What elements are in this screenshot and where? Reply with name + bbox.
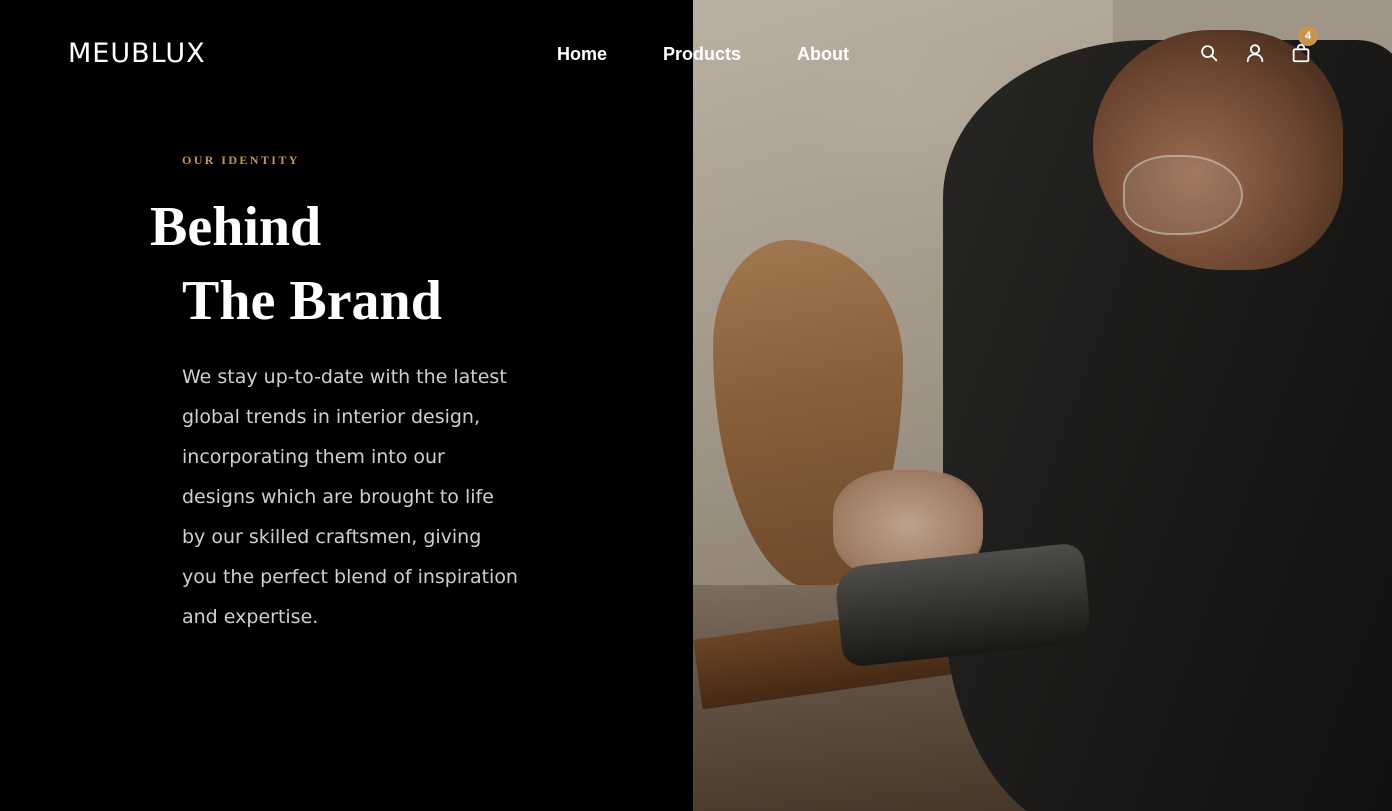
search-button[interactable] [1198, 42, 1220, 64]
hero-title: Behind The Brand [150, 190, 442, 338]
main-nav: Home Products About [557, 43, 849, 65]
user-icon [1246, 44, 1264, 63]
hero-title-line1: Behind [150, 196, 322, 258]
header-actions: 4 [1198, 26, 1318, 64]
hero-description-line: and expertise. [182, 606, 319, 628]
nav-products[interactable]: Products [663, 43, 741, 65]
hero-description-line: global trends in interior design, [182, 406, 481, 428]
hero-eyebrow: OUR IDENTITY [182, 153, 300, 167]
hero-photo-craftsman [693, 0, 1392, 811]
hero-description: We stay up-to-date with the latest globa… [182, 357, 522, 637]
cart-button[interactable]: 4 [1290, 26, 1318, 64]
nav-home[interactable]: Home [557, 43, 607, 65]
hero-description-line: you the perfect blend of inspiration [182, 566, 518, 588]
hero-description-line: designs which are brought to life [182, 486, 494, 508]
account-button[interactable] [1244, 42, 1266, 64]
hero-description-line: by our skilled craftsmen, giving [182, 526, 482, 548]
hero-description-line: incorporating them into our [182, 446, 445, 468]
brand-logo[interactable]: MEUBLUX [68, 38, 206, 70]
search-icon [1201, 45, 1218, 62]
hero-title-line2: The Brand [182, 270, 442, 332]
cart-count-badge: 4 [1298, 26, 1318, 46]
photo-overlay [693, 0, 1392, 811]
nav-about[interactable]: About [797, 43, 849, 65]
hero-description-line: We stay up-to-date with the latest [182, 366, 507, 388]
